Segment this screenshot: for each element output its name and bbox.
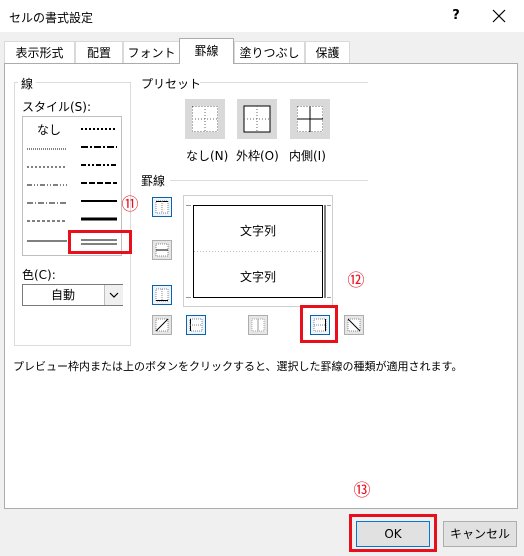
- preset-inside-icon: [297, 106, 323, 132]
- preset-outline-label: 外枠(O): [236, 149, 279, 163]
- border-inside-vertical-icon: [251, 318, 265, 332]
- preset-outline-icon: [243, 105, 271, 133]
- marker-12: ⑫: [347, 271, 365, 291]
- preview-borders: [186, 205, 331, 298]
- color-dropdown[interactable]: 自動: [22, 284, 123, 306]
- preview-text-top: 文字列: [239, 224, 276, 238]
- dialog-title: セルの書式設定: [9, 11, 94, 25]
- ok-button[interactable]: OK: [356, 521, 430, 547]
- border-inside-horizontal-button[interactable]: [152, 240, 172, 260]
- tab-border[interactable]: 罫線: [179, 38, 234, 64]
- border-diagonal-down-button[interactable]: [344, 315, 364, 335]
- border-top-icon: [155, 200, 169, 214]
- marker-11: ⑪: [121, 195, 139, 215]
- diagonal-up-icon: [155, 318, 169, 332]
- diagonal-down-icon: [347, 318, 361, 332]
- tab-protection[interactable]: 保護: [305, 41, 350, 63]
- line-style-none[interactable]: なし: [37, 121, 61, 138]
- preview-text-bottom: 文字列: [239, 270, 276, 284]
- color-dropdown-value: 自動: [50, 288, 75, 302]
- preset-none-button[interactable]: [185, 99, 225, 139]
- selected-line-style-highlight: [68, 230, 132, 254]
- close-icon: [492, 9, 506, 23]
- border-title: 罫線: [141, 174, 166, 188]
- marker-13: ⑬: [353, 481, 371, 501]
- border-inside-vertical-button[interactable]: [248, 315, 268, 335]
- border-diagonal-up-button[interactable]: [152, 315, 172, 335]
- hint-text: プレビュー枠内または上のボタンをクリックすると、選択した罫線の種類が適用されます…: [13, 360, 463, 373]
- border-bottom-icon: [155, 288, 169, 302]
- border-left-button[interactable]: [186, 315, 206, 335]
- cancel-button[interactable]: キャンセル: [443, 521, 517, 547]
- tab-number-format[interactable]: 表示形式: [4, 41, 75, 63]
- line-group-title: 線: [18, 75, 37, 92]
- preset-outline-button[interactable]: [237, 99, 277, 139]
- preset-separator: [200, 82, 368, 83]
- preset-inside-button[interactable]: [290, 99, 330, 139]
- border-bottom-button[interactable]: [152, 285, 172, 305]
- tab-alignment[interactable]: 配置: [75, 41, 123, 63]
- preset-none-icon: [192, 106, 218, 132]
- close-button[interactable]: [487, 4, 511, 28]
- preset-inside-label: 内側(I): [289, 149, 326, 163]
- preset-title: プリセット: [141, 77, 202, 91]
- tab-fill[interactable]: 塗りつぶし: [234, 41, 305, 63]
- preset-none-label: なし(N): [186, 149, 229, 163]
- chevron-down-icon[interactable]: [104, 285, 123, 305]
- border-separator: [170, 180, 368, 181]
- style-label: スタイル(S):: [22, 100, 92, 114]
- color-label: 色(C):: [22, 268, 56, 282]
- border-left-icon: [189, 318, 203, 332]
- border-preview[interactable]: 文字列 文字列: [183, 195, 333, 307]
- right-border-highlight: [300, 305, 338, 343]
- help-button[interactable]: ?: [444, 4, 468, 28]
- border-top-button[interactable]: [152, 197, 172, 217]
- border-inside-horizontal-icon: [155, 243, 169, 257]
- tab-font[interactable]: フォント: [123, 41, 180, 63]
